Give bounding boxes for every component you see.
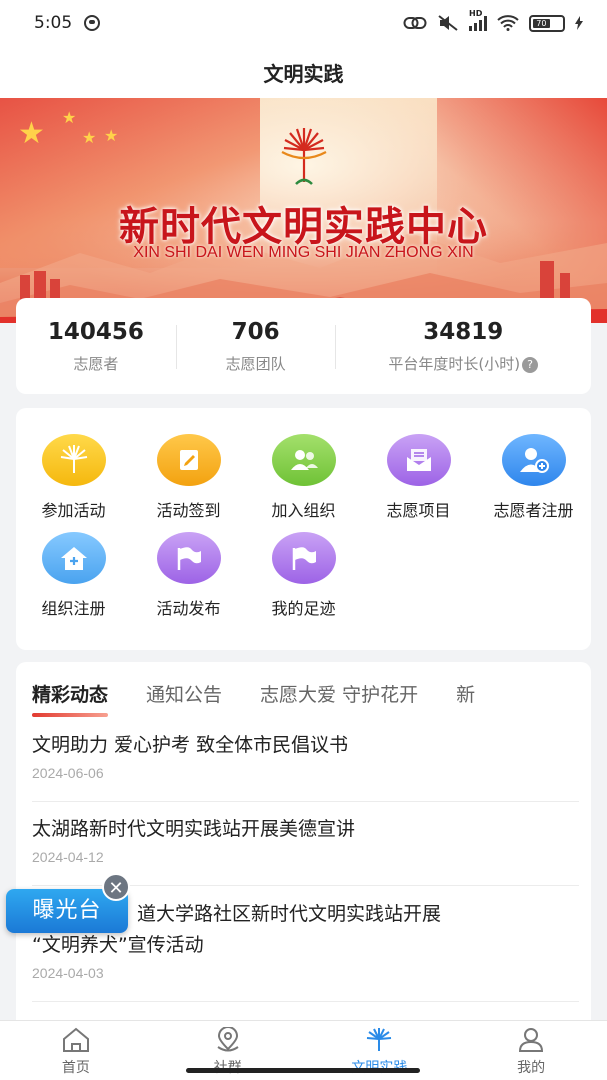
tree-logo-icon xyxy=(367,1028,392,1051)
menu-volunteer-projects[interactable]: 志愿项目 xyxy=(361,434,476,521)
tab-notices[interactable]: 通知公告 xyxy=(146,680,222,707)
stat-label: 平台年度时长(小时) xyxy=(388,354,521,373)
stat-label-row: 平台年度时长(小时)? xyxy=(335,353,591,374)
status-time: 5:05 xyxy=(34,13,73,33)
tab-label: 文明实践 xyxy=(304,1057,456,1077)
news-title: 文明助力 爱心护考 致全体市民倡议书 xyxy=(32,734,349,756)
wifi-icon xyxy=(497,15,519,31)
menu-label: 活动发布 xyxy=(156,599,221,618)
home-indicator[interactable] xyxy=(186,1068,420,1073)
banner-subtitle: XIN SHI DAI WEN MING SHI JIAN ZHONG XIN xyxy=(133,244,474,261)
tree-logo-icon xyxy=(281,128,327,185)
stat-value: 140456 xyxy=(47,318,144,345)
menu-label: 组织注册 xyxy=(41,599,106,618)
tab-volunteer-love[interactable]: 志愿大爱 守护花开 xyxy=(260,680,418,707)
news-date: 2024-04-12 xyxy=(32,849,104,865)
house-add-icon xyxy=(41,532,106,584)
menu-volunteer-register[interactable]: 志愿者注册 xyxy=(476,434,591,521)
menu-join-org[interactable]: 加入组织 xyxy=(246,434,361,521)
mute-icon xyxy=(438,15,458,31)
news-title-line2: “文明养犬”宣传活动 xyxy=(32,934,204,956)
tab-highlights[interactable]: 精彩动态 xyxy=(32,680,109,717)
stats-card: 140456 志愿者 706 志愿团队 34819 平台年度时长(小时)? xyxy=(16,298,591,394)
user-icon xyxy=(519,1028,544,1052)
help-icon[interactable]: ? xyxy=(522,356,539,373)
news-tabs: 精彩动态 通知公告 志愿大爱 守护花开 新 xyxy=(32,680,591,720)
menu-label: 志愿项目 xyxy=(386,501,451,520)
close-icon[interactable]: ✕ xyxy=(102,873,130,901)
signal-icon: HD xyxy=(469,9,487,31)
stat-volunteers: 140456 志愿者 xyxy=(16,319,176,374)
flag-icon xyxy=(156,532,221,584)
star-icon: ★ xyxy=(62,108,77,127)
menu-label: 志愿者注册 xyxy=(493,501,574,520)
function-menu: 参加活动 活动签到 加入组织 志愿项目 志愿者注册 组织注册 活动发布 我的足迹 xyxy=(16,408,591,650)
status-bar: 5:05 HD 70 xyxy=(0,0,607,46)
menu-org-register[interactable]: 组织注册 xyxy=(16,532,131,619)
stat-value: 34819 xyxy=(423,318,504,345)
news-title: 太湖路新时代文明实践站开展美德宣讲 xyxy=(32,818,356,840)
menu-activity-checkin[interactable]: 活动签到 xyxy=(131,434,246,521)
news-card: 精彩动态 通知公告 志愿大爱 守护花开 新 文明助力 爱心护考 致全体市民倡议书 20… xyxy=(16,662,591,1022)
tab-more[interactable]: 新 xyxy=(456,680,475,707)
menu-label: 加入组织 xyxy=(271,501,336,520)
page-title: 文明实践 xyxy=(263,61,344,86)
stat-annual-hours: 34819 平台年度时长(小时)? xyxy=(335,319,591,374)
home-icon xyxy=(62,1027,89,1052)
stat-label: 志愿团队 xyxy=(225,354,286,373)
people-icon xyxy=(271,434,336,486)
link-icon xyxy=(403,17,427,29)
star-icon: ★ xyxy=(104,126,119,145)
tab-label: 社群 xyxy=(152,1057,304,1077)
menu-activity-publish[interactable]: 活动发布 xyxy=(131,532,246,619)
news-item[interactable]: 文明助力 爱心护考 致全体市民倡议书 2024-06-06 xyxy=(32,730,579,802)
tab-label: 我的 xyxy=(517,1060,546,1076)
flag-icon xyxy=(271,532,336,584)
title-bar: 文明实践 xyxy=(0,46,607,98)
menu-join-activity[interactable]: 参加活动 xyxy=(16,434,131,521)
location-icon xyxy=(217,1026,239,1052)
status-icons: HD 70 xyxy=(403,9,583,32)
stat-label: 志愿者 xyxy=(73,354,119,373)
charging-icon xyxy=(575,16,583,30)
tab-home[interactable]: 首页 xyxy=(0,1021,152,1080)
notification-icon xyxy=(84,15,101,31)
tree-logo-icon xyxy=(41,434,106,486)
user-add-icon xyxy=(501,434,566,486)
menu-label: 我的足迹 xyxy=(271,599,336,618)
stat-value: 706 xyxy=(231,318,280,345)
tab-mine[interactable]: 我的 xyxy=(455,1021,607,1080)
news-date: 2024-06-06 xyxy=(32,765,104,781)
star-icon: ★ xyxy=(18,116,45,151)
menu-label: 参加活动 xyxy=(41,501,106,520)
envelope-icon xyxy=(386,434,451,486)
star-icon: ★ xyxy=(82,128,97,147)
menu-label: 活动签到 xyxy=(156,501,221,520)
news-date: 2024-04-03 xyxy=(32,965,104,981)
stat-teams: 706 志愿团队 xyxy=(175,318,336,374)
battery-icon: 70 xyxy=(529,14,565,32)
hero-banner[interactable]: ★ ★ ★ ★ 新时代文明实践中心 XIN SHI DAI WEN MING S… xyxy=(0,98,607,323)
checkin-note-icon xyxy=(156,434,221,486)
tab-label: 首页 xyxy=(61,1060,90,1076)
battery-level: 70 xyxy=(533,18,550,28)
network-type-label: HD xyxy=(469,9,483,18)
menu-my-footprint[interactable]: 我的足迹 xyxy=(246,532,361,619)
